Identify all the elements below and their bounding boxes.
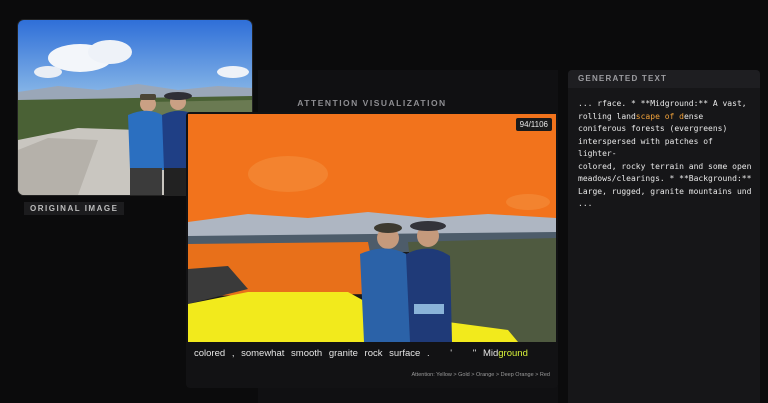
token[interactable]: somewhat	[241, 348, 284, 359]
generated-text-body: ... rface. * **Midground:** A vast, roll…	[568, 88, 760, 211]
generated-text-header: GENERATED TEXT	[568, 70, 760, 88]
token-counter: 94/1106	[515, 118, 552, 131]
token[interactable]: ,	[232, 348, 235, 359]
attention-heatmap-image	[188, 114, 556, 342]
attention-title: ATTENTION VISUALIZATION	[297, 98, 447, 108]
token-highlighted[interactable]: ground	[498, 348, 528, 359]
token[interactable]: surface	[389, 348, 420, 359]
token[interactable]: granite	[329, 348, 358, 359]
generated-text-after: ense coniferous forests (evergreens) int…	[578, 111, 752, 209]
token[interactable]: .	[427, 348, 430, 359]
generated-text-highlight: scape of d	[635, 111, 684, 121]
token[interactable]: '' Mid	[473, 348, 499, 359]
token[interactable]: rock	[365, 348, 383, 359]
token[interactable]: smooth	[291, 348, 322, 359]
original-image-label: ORIGINAL IMAGE	[24, 202, 125, 215]
attention-legend: Attention: Yellow > Gold > Orange > Deep…	[411, 372, 550, 378]
attention-panel: 94/1106 colored , somewhat smooth granit…	[186, 112, 558, 388]
generated-text-panel: GENERATED TEXT ... rface. * **Midground:…	[568, 70, 760, 403]
token[interactable]: colored	[194, 348, 225, 359]
token[interactable]: '	[450, 348, 452, 359]
token-row: colored , somewhat smooth granite rock s…	[194, 348, 528, 359]
